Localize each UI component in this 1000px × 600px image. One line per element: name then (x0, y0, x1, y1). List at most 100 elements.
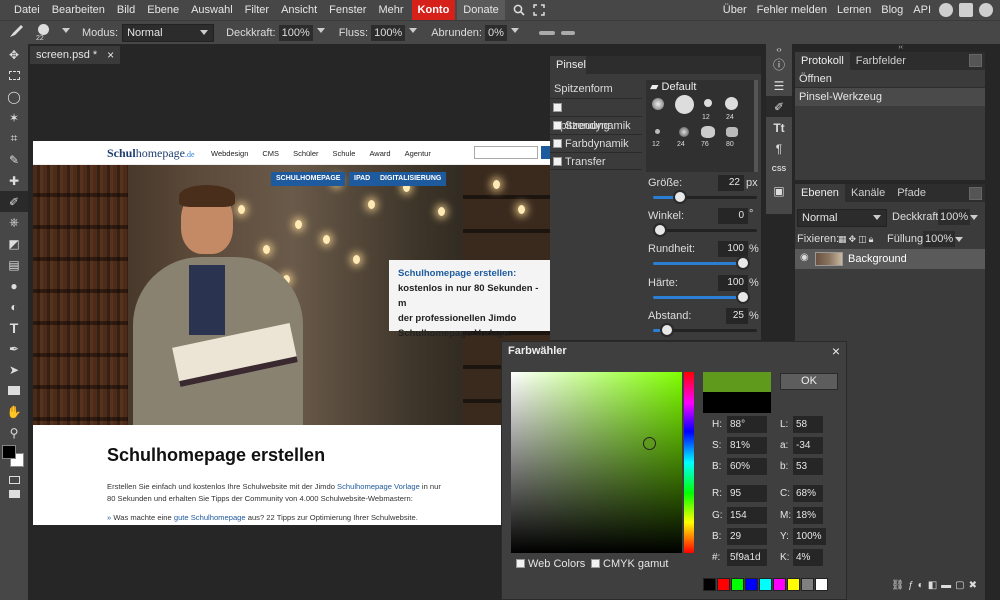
color-swatches[interactable] (0, 443, 28, 473)
twitter-icon[interactable] (959, 3, 973, 17)
brush-preset[interactable] (652, 98, 664, 110)
nav-agentur[interactable]: Agentur (405, 149, 431, 158)
opt-transfer[interactable]: Transfer (550, 152, 642, 170)
angle-slider[interactable] (653, 223, 757, 237)
spacing-value[interactable]: 25 (726, 308, 748, 324)
saturation-brightness-field[interactable] (511, 372, 682, 553)
brush-tool-icon-active[interactable]: ✐ (0, 191, 28, 212)
h-field[interactable]: 88° (727, 416, 767, 433)
hardness-slider-knob[interactable] (736, 290, 750, 304)
lock-move-icon[interactable]: ✥ (849, 234, 859, 244)
m-field[interactable]: 18% (793, 507, 823, 524)
color-swatch[interactable] (815, 578, 828, 591)
menu-ueber[interactable]: Über (718, 0, 752, 20)
eye-icon[interactable]: ◉ (800, 252, 809, 263)
old-color-preview[interactable] (703, 392, 771, 413)
pressure-icon[interactable] (560, 30, 575, 35)
healing-tool-icon[interactable]: ✚ (0, 170, 28, 191)
k-field[interactable]: 4% (793, 549, 823, 566)
mode-select[interactable]: Normal (122, 23, 215, 42)
history-menu-icon[interactable] (969, 54, 982, 67)
eraser-tool-icon[interactable]: ◩ (0, 233, 28, 254)
website-search-input[interactable] (474, 146, 538, 159)
round-slider-knob[interactable] (736, 256, 750, 270)
hardness-slider[interactable] (653, 290, 750, 304)
brush-tool-icon[interactable] (8, 24, 28, 41)
clone-stamp-tool-icon[interactable]: ⎈ (0, 212, 28, 233)
hand-tool-icon[interactable]: ✋ (0, 401, 28, 422)
crop-tool-icon[interactable]: ⌗ (0, 128, 28, 149)
color-swatch[interactable] (717, 578, 730, 591)
fill-value[interactable]: 100% (923, 231, 956, 247)
properties-icon[interactable]: ☰ (766, 75, 792, 96)
brush-preset[interactable] (701, 126, 715, 138)
blend-mode-select[interactable]: Normal (797, 209, 887, 227)
nav-schueler[interactable]: Schüler (293, 149, 318, 158)
color-swatch[interactable] (731, 578, 744, 591)
size-slider-knob[interactable] (673, 190, 687, 204)
image-icon[interactable]: ▣ (766, 180, 792, 201)
menu-datei[interactable]: Datei (8, 0, 46, 20)
angle-slider-knob[interactable] (653, 223, 667, 237)
character-icon[interactable]: Tt (766, 117, 792, 138)
checkbox-icon[interactable] (553, 121, 562, 130)
menu-ebene[interactable]: Ebene (141, 0, 185, 20)
dodge-tool-icon[interactable]: ◐ (0, 296, 28, 317)
opt-spitzendynamik[interactable]: Spitzendynamik (550, 98, 642, 132)
screen-mode-icon[interactable] (0, 487, 28, 501)
tab-protokoll[interactable]: Protokoll (795, 52, 850, 70)
history-collapse-icon[interactable]: ›‹ (795, 44, 985, 52)
brush-preset[interactable] (725, 97, 738, 110)
close-tab-icon[interactable]: × (107, 46, 114, 64)
layer-row[interactable]: ◉ Background (795, 249, 985, 269)
info-icon[interactable]: ⓘ (766, 54, 792, 75)
fullscreen-icon[interactable] (533, 4, 545, 16)
preset-folder[interactable]: ▰ Default (646, 80, 754, 95)
opacity-dropdown-icon[interactable] (316, 28, 325, 37)
menu-fehler-melden[interactable]: Fehler melden (752, 0, 832, 20)
menu-filter[interactable]: Filter (239, 0, 275, 20)
zoom-tool-icon[interactable]: ⚲ (0, 422, 28, 443)
path-select-tool-icon[interactable]: ➤ (0, 359, 28, 380)
marquee-tool-icon[interactable] (0, 65, 28, 86)
hue-slider[interactable] (684, 372, 694, 553)
brush-tip-label[interactable]: Spitzenform (554, 83, 613, 95)
nav-schule[interactable]: Schule (333, 149, 356, 158)
lock-artboard-icon[interactable]: ◫ (858, 234, 869, 244)
konto-button[interactable]: Konto (411, 0, 456, 20)
menu-api[interactable]: API (908, 0, 936, 20)
menu-bearbeiten[interactable]: Bearbeiten (46, 0, 111, 20)
paragraph-icon[interactable]: ¶ (766, 138, 792, 159)
round-slider[interactable] (653, 256, 750, 270)
menu-lernen[interactable]: Lernen (832, 0, 876, 20)
opacity-value[interactable]: 100% (278, 24, 313, 41)
layer-opacity-value[interactable]: 100% (938, 209, 971, 225)
document-tab[interactable]: screen.psd * × (30, 46, 121, 64)
color-swatch[interactable] (703, 578, 716, 591)
web-colors-checkbox[interactable] (516, 559, 525, 568)
brush-preset[interactable] (704, 99, 712, 107)
link-layers-icon[interactable]: ⛓ (891, 580, 908, 591)
blur-tool-icon[interactable]: ● (0, 275, 28, 296)
menu-blog[interactable]: Blog (876, 0, 908, 20)
menu-ansicht[interactable]: Ansicht (275, 0, 323, 20)
checkbox-icon[interactable] (553, 139, 562, 148)
nav-cms[interactable]: CMS (262, 149, 279, 158)
checkbox-icon[interactable] (553, 103, 562, 112)
layer-opacity-dropdown-icon[interactable] (970, 215, 978, 224)
search-icon[interactable] (513, 4, 525, 16)
adjustment-icon[interactable]: ◐ (918, 580, 928, 591)
new-layer-icon[interactable]: ▢ (955, 580, 968, 591)
c-field[interactable]: 68% (793, 485, 823, 502)
angle-value[interactable]: 0 (718, 208, 748, 224)
canvas[interactable]: Schulhomepage.de Webdesign CMS Schüler S… (33, 141, 550, 525)
p1-link[interactable]: Schulhomepage Vorlage (337, 482, 420, 491)
tab-ebenen[interactable]: Ebenen (795, 184, 845, 202)
size-slider[interactable] (653, 190, 757, 204)
tag-ipad[interactable]: IPAD (349, 172, 376, 186)
nav-webdesign[interactable]: Webdesign (211, 149, 248, 158)
magic-wand-tool-icon[interactable]: ✶ (0, 107, 28, 128)
spacing-slider-knob[interactable] (660, 323, 674, 337)
opt-farbdynamik[interactable]: Farbdynamik (550, 134, 642, 152)
foreground-color[interactable] (2, 445, 16, 459)
